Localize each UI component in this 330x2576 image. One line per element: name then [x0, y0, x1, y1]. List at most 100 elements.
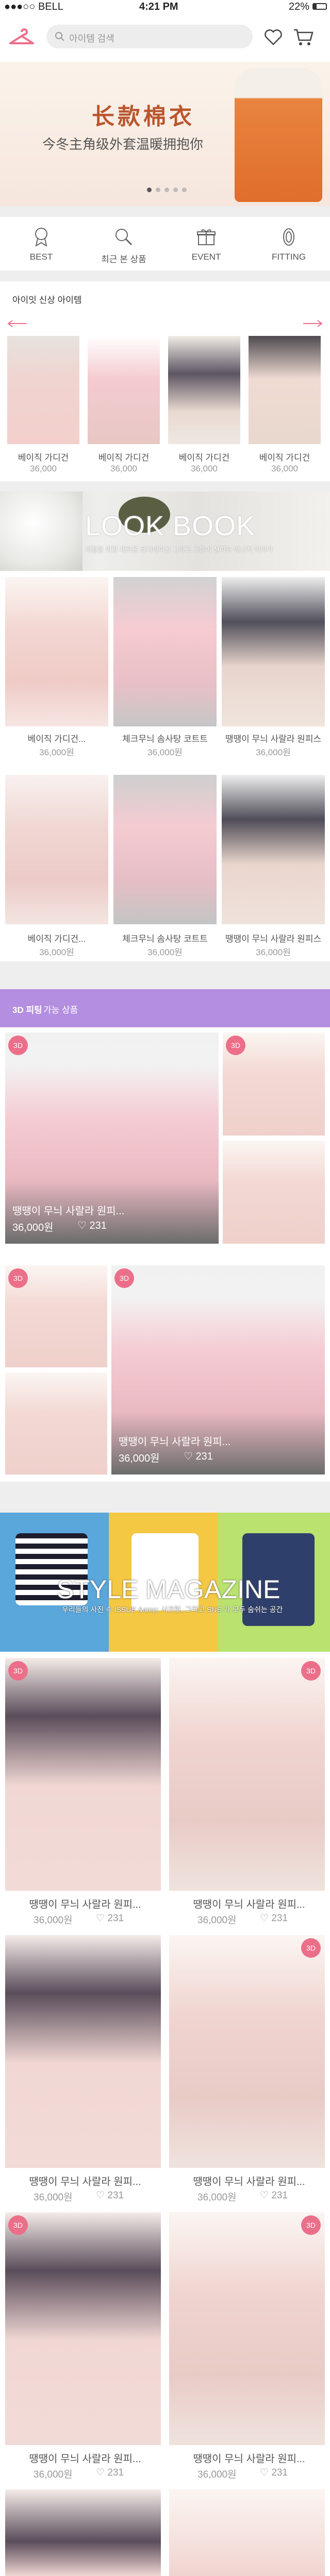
product-thumb[interactable]: 3D — [5, 2212, 161, 2445]
fitting-thumb[interactable] — [5, 1372, 107, 1475]
product-thumb[interactable] — [7, 336, 79, 444]
product-price: 36,000원 — [197, 2192, 237, 2203]
arrow-right-icon[interactable] — [302, 319, 323, 328]
hanger-icon — [283, 228, 294, 246]
product-thumb[interactable] — [249, 336, 321, 444]
like-count: ♡ 231 — [260, 1913, 288, 1924]
magazine-title: STYLE MAGAZINE — [57, 1575, 280, 1604]
gift-icon — [197, 229, 216, 245]
product-price: 36,000 — [110, 464, 137, 473]
product-name: 베이직 가디건... — [27, 934, 86, 944]
product-price: 36,000원 — [34, 1915, 73, 1926]
hero-title: 长款棉衣 — [92, 104, 195, 130]
hanger-logo-icon[interactable] — [8, 28, 35, 46]
product-thumb[interactable] — [88, 336, 160, 444]
carousel-dot[interactable] — [182, 188, 187, 192]
badge-3d: 3D — [8, 2215, 28, 2235]
search-input[interactable]: 아이템 검색 — [46, 25, 253, 48]
lookbook-banner[interactable]: LOOK BOOK 계절을 위한 새로운 코디네이션 그리고 그들이 전하는 메… — [0, 492, 330, 571]
lookbook-title: LOOK BOOK — [85, 511, 256, 541]
product-thumb[interactable]: 3D — [169, 1935, 325, 2168]
like-count: ♡ 231 — [96, 2190, 124, 2201]
search-icon — [55, 32, 64, 41]
fitting-thumb[interactable]: 3D — [223, 1032, 325, 1136]
badge-3d: 3D — [226, 1036, 245, 1055]
cart-icon[interactable] — [293, 28, 314, 46]
product-name: 베이직 가디건... — [27, 734, 86, 744]
fitting-card[interactable]: 3D 땡땡이 무늬 사랄라 원피... 36,000원 ♡ 231 — [5, 1032, 219, 1244]
like-count: ♡ 231 — [96, 2467, 124, 2478]
clock: 4:21 PM — [139, 1, 178, 12]
badge-3d: 3D — [301, 1661, 321, 1681]
product-name: 땡땡이 무늬 사랄라 원피스 — [225, 934, 322, 944]
arrow-left-icon[interactable] — [7, 319, 28, 328]
category-nav: BEST 최근 본 상품 EVENT FITTING — [0, 216, 330, 271]
carousel-dot[interactable] — [164, 188, 169, 192]
section-title-suffix: 가능 상품 — [43, 1005, 78, 1015]
product-name: 베이직 가디건 — [259, 453, 310, 463]
category-fitting[interactable]: FITTING — [248, 217, 330, 272]
product-name: 땡땡이 무늬 사랄라 원피... — [193, 1899, 305, 1910]
lookbook-subtitle: 계절을 위한 새로운 코디네이션 그리고 그들이 전하는 메시지 이야기 — [85, 546, 273, 553]
category-label: EVENT — [191, 252, 221, 262]
product-thumb[interactable]: 3D — [169, 2212, 325, 2445]
product-thumb[interactable]: 3D — [5, 1658, 161, 1891]
badge-3d: 3D — [8, 1036, 28, 1055]
fitting3d-header: 3D 피팅 가능 상품 — [0, 989, 330, 1027]
category-label: 최근 본 상품 — [101, 255, 146, 264]
product-price: 36,000원 — [39, 748, 74, 757]
product-name: 땡땡이 무늬 사랄라 원피... — [29, 2176, 141, 2188]
fitting-card[interactable]: 3D 땡땡이 무늬 사랄라 원피... 36,000원 ♡ 231 — [111, 1265, 325, 1475]
product-thumb[interactable] — [113, 577, 217, 726]
product-thumb[interactable]: 3D — [169, 1658, 325, 1891]
fitting-thumb[interactable]: 3D — [5, 1265, 107, 1367]
product-thumb[interactable] — [169, 2489, 325, 2576]
product-thumb[interactable] — [222, 577, 325, 726]
category-recent[interactable]: 최근 본 상품 — [82, 217, 165, 272]
magazine-banner[interactable]: STYLE MAGAZINE 우리들의 사진 속 ISSUE &amp; 시크릿… — [0, 1513, 330, 1652]
product-thumb[interactable] — [5, 577, 108, 726]
badge-3d: 3D — [114, 1268, 134, 1288]
badge-3d: 3D — [301, 2215, 321, 2235]
product-thumb[interactable] — [113, 775, 217, 924]
carousel-dot[interactable] — [173, 188, 178, 192]
category-best[interactable]: BEST — [0, 217, 82, 272]
ribbon-icon — [35, 228, 47, 247]
product-price: 36,000원 — [34, 2192, 73, 2203]
fitting-thumb[interactable] — [223, 1141, 325, 1244]
carrier-label: ●●●○○ BELL — [4, 1, 63, 12]
product-name: 베이직 가디건 — [18, 453, 69, 463]
category-event[interactable]: EVENT — [165, 217, 248, 272]
product-name: 베이직 가디건 — [98, 453, 150, 463]
search-icon — [116, 229, 133, 246]
like-count: ♡ 231 — [77, 1220, 107, 1231]
like-count: ♡ 231 — [260, 2190, 288, 2201]
carousel-dot[interactable] — [156, 188, 160, 192]
divider — [0, 481, 330, 492]
product-price: 36,000 — [30, 464, 57, 473]
search-placeholder: 아이템 검색 — [69, 33, 114, 44]
product-price: 36,000원 — [39, 947, 74, 957]
like-count: ♡ 231 — [260, 2467, 288, 2478]
like-count: ♡ 231 — [184, 1451, 213, 1462]
divider — [0, 206, 330, 216]
product-thumb[interactable] — [5, 775, 108, 924]
carousel-dots[interactable] — [147, 188, 187, 192]
category-label: FITTING — [271, 252, 306, 262]
carousel-dot[interactable] — [147, 188, 152, 192]
product-thumb[interactable] — [168, 336, 240, 444]
product-thumb[interactable] — [222, 775, 325, 924]
category-label: BEST — [29, 252, 53, 262]
product-price: 36,000원 — [119, 1453, 160, 1464]
product-thumb[interactable] — [5, 2489, 161, 2576]
product-price: 36,000원 — [197, 1915, 237, 1926]
heart-icon[interactable] — [264, 29, 283, 45]
hero-banner[interactable]: 长款棉衣 今冬主角级外套温暖拥抱你 — [0, 62, 330, 206]
product-name: 땡땡이 무늬 사랄라 원피스 — [225, 734, 322, 744]
app-header: 아이템 검색 — [0, 13, 330, 62]
divider — [0, 271, 330, 281]
product-name: 땡땡이 무늬 사랄라 원피... — [29, 2453, 141, 2465]
product-price: 36,000원 — [256, 748, 291, 757]
product-price: 36,000원 — [147, 748, 183, 757]
product-thumb[interactable] — [5, 1935, 161, 2168]
